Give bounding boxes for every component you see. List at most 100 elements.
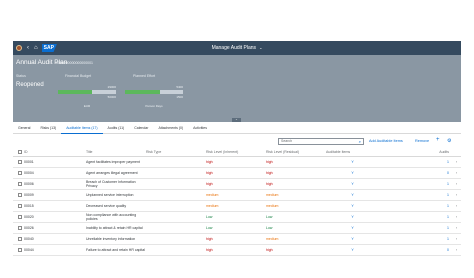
cell-title: Breach of Customer Information Privacy bbox=[85, 178, 145, 190]
cell-risk-type bbox=[145, 222, 205, 234]
table-row[interactable]: 00020 Non compliance with accounting poli… bbox=[13, 211, 461, 223]
row-navigation-icon[interactable]: › bbox=[451, 200, 461, 212]
cell-audits[interactable]: 1 bbox=[379, 178, 451, 190]
row-select-cell[interactable] bbox=[13, 211, 23, 223]
cell-audits[interactable]: 0 bbox=[379, 244, 451, 256]
cell-title: Agent facilitates improper payment bbox=[85, 156, 145, 168]
cell-audits[interactable]: 1 bbox=[379, 200, 451, 212]
cell-audits[interactable]: 1 bbox=[379, 233, 451, 245]
remove-button[interactable]: Remove bbox=[415, 139, 429, 143]
cell-risk-type bbox=[145, 167, 205, 179]
table-body: 00001 Agent facilitates improper payment h… bbox=[13, 156, 461, 256]
row-navigation-icon[interactable]: › bbox=[451, 178, 461, 190]
row-checkbox[interactable] bbox=[18, 214, 22, 219]
row-checkbox[interactable] bbox=[18, 170, 22, 175]
tab-general[interactable]: General bbox=[13, 122, 35, 134]
search-icon[interactable]: ⌕ bbox=[359, 139, 361, 144]
row-checkbox[interactable] bbox=[18, 236, 22, 241]
column-header-auditable-items[interactable]: Auditable Items bbox=[325, 148, 379, 157]
cell-risk-residual: Low bbox=[265, 211, 325, 223]
column-header-id[interactable]: ID bbox=[23, 148, 85, 157]
cell-title: Unplanned service interruption bbox=[85, 189, 145, 201]
financial-budget-unit: EUR bbox=[83, 104, 91, 108]
add-icon[interactable]: + bbox=[436, 137, 440, 143]
planned-effort-label: Planned Effort bbox=[133, 74, 156, 78]
object-header: Annual Audit Plan 0000000000000000001 St… bbox=[13, 55, 461, 122]
cell-risk-type bbox=[145, 233, 205, 245]
planned-effort-indicator: 5400 1500 Person Days bbox=[125, 85, 183, 108]
row-select-cell[interactable] bbox=[13, 222, 23, 234]
table-row[interactable]: 00009 Unplanned service interruption mediu… bbox=[13, 189, 461, 201]
cell-risk-inherent: high bbox=[205, 233, 265, 245]
row-select-cell[interactable] bbox=[13, 244, 23, 256]
column-header-risk-type[interactable]: Risk Type bbox=[145, 148, 205, 157]
tab-audits-11[interactable]: Audits (11) bbox=[103, 122, 130, 134]
column-header-risk-residual[interactable]: Risk Level (Residual) bbox=[265, 148, 325, 157]
cell-risk-inherent: Low bbox=[205, 222, 265, 234]
cell-title: Inability to attract & retain HR capital bbox=[85, 222, 145, 234]
cell-risk-residual: high bbox=[265, 244, 325, 256]
cell-audits[interactable]: 1 bbox=[379, 156, 451, 168]
tab-risks-13[interactable]: Risks (13) bbox=[35, 122, 61, 134]
table-row[interactable]: 00044 Failure to attract and retain HR ca… bbox=[13, 244, 461, 256]
cell-audits[interactable]: 1 bbox=[379, 211, 451, 223]
table-row[interactable]: 00001 Agent facilitates improper payment h… bbox=[13, 156, 461, 168]
table-row[interactable]: 00004 Agent arranges illegal agreement hig… bbox=[13, 167, 461, 179]
row-checkbox[interactable] bbox=[18, 203, 22, 208]
row-navigation-icon[interactable]: › bbox=[451, 211, 461, 223]
table-row[interactable]: 00040 Unreliable inventory information hig… bbox=[13, 233, 461, 245]
row-navigation-icon[interactable]: › bbox=[451, 222, 461, 234]
chevron-down-icon: ⌄ bbox=[259, 45, 263, 50]
row-navigation-icon[interactable]: › bbox=[451, 167, 461, 179]
cell-id: 00020 bbox=[23, 211, 85, 223]
tab-attachments-0[interactable]: Attachments (0) bbox=[153, 122, 188, 134]
cell-auditable-items: Y bbox=[325, 189, 379, 201]
row-select-cell[interactable] bbox=[13, 167, 23, 179]
app-title[interactable]: Manage Audit Plans ⌄ bbox=[13, 45, 461, 51]
row-select-cell[interactable] bbox=[13, 178, 23, 190]
table-row[interactable]: 00015 Decreased service quality medium medi… bbox=[13, 200, 461, 212]
tab-auditable-items-17[interactable]: Auditable Items (17) bbox=[61, 122, 103, 134]
cell-risk-inherent: medium bbox=[205, 200, 265, 212]
row-checkbox[interactable] bbox=[18, 247, 22, 252]
row-select-cell[interactable] bbox=[13, 189, 23, 201]
cell-risk-type bbox=[145, 189, 205, 201]
column-header-risk-inherent[interactable]: Risk Level (Inherent) bbox=[205, 148, 265, 157]
cell-audits[interactable]: 0 bbox=[379, 167, 451, 179]
tab-activities[interactable]: Activities bbox=[188, 122, 212, 134]
table-row[interactable]: 00026 Inability to attract & retain HR ca… bbox=[13, 222, 461, 234]
row-select-cell[interactable] bbox=[13, 156, 23, 168]
cell-risk-residual: medium bbox=[265, 189, 325, 201]
cell-risk-type bbox=[145, 156, 205, 168]
tab-calendar[interactable]: Calendar bbox=[129, 122, 153, 134]
row-navigation-icon[interactable]: › bbox=[451, 189, 461, 201]
cell-risk-residual: high bbox=[265, 156, 325, 168]
select-all-cell[interactable] bbox=[13, 148, 23, 157]
status-value: Reopened bbox=[16, 82, 44, 88]
cell-audits[interactable]: 1 bbox=[379, 222, 451, 234]
cell-risk-residual: medium bbox=[265, 233, 325, 245]
row-checkbox[interactable] bbox=[18, 192, 22, 197]
row-checkbox[interactable] bbox=[18, 159, 22, 164]
table-toolbar: Search ⌕ Add Auditable Items Remove + ⚙ bbox=[13, 137, 461, 147]
select-all-checkbox[interactable] bbox=[18, 149, 22, 154]
row-navigation-icon[interactable]: › bbox=[451, 244, 461, 256]
row-select-cell[interactable] bbox=[13, 200, 23, 212]
financial-budget-fill bbox=[58, 90, 92, 94]
row-checkbox[interactable] bbox=[18, 181, 22, 186]
settings-icon[interactable]: ⚙ bbox=[447, 138, 451, 144]
search-input[interactable]: Search ⌕ bbox=[278, 138, 364, 145]
row-checkbox[interactable] bbox=[18, 225, 22, 230]
cell-audits[interactable]: 1 bbox=[379, 189, 451, 201]
add-auditable-items-button[interactable]: Add Auditable Items bbox=[369, 139, 403, 143]
column-header-title[interactable]: Title bbox=[85, 148, 145, 157]
table-row[interactable]: 00006 Breach of Customer Information Priv… bbox=[13, 178, 461, 190]
row-navigation-icon[interactable]: › bbox=[451, 233, 461, 245]
column-header-audits[interactable]: Audits bbox=[379, 148, 451, 157]
cell-risk-inherent: medium bbox=[205, 189, 265, 201]
row-select-cell[interactable] bbox=[13, 233, 23, 245]
row-navigation-icon[interactable]: › bbox=[451, 156, 461, 168]
cell-title: Decreased service quality bbox=[85, 200, 145, 212]
cell-auditable-items: Y bbox=[325, 167, 379, 179]
cell-risk-type bbox=[145, 244, 205, 256]
